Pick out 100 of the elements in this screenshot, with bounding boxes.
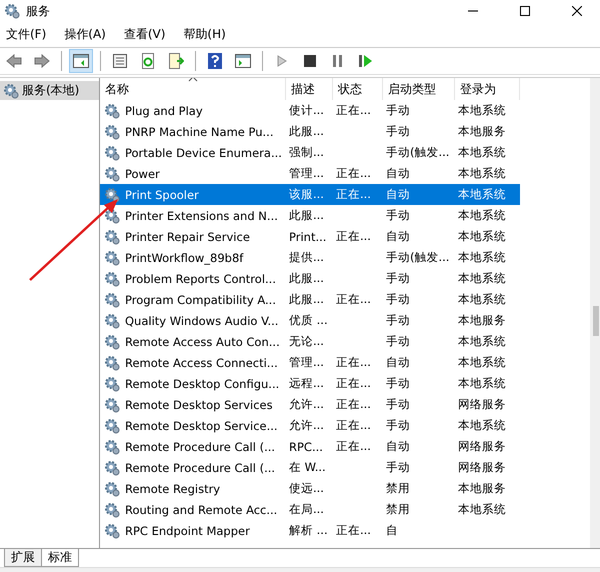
console-tree-button[interactable] <box>69 49 93 73</box>
table-row[interactable]: Program Compatibility A... 此服... 正在... 手动 本地系统 <box>100 289 520 310</box>
table-cell-text: 本地系统 <box>457 187 507 201</box>
refresh-icon[interactable] <box>140 53 156 69</box>
table-cell-text: 允许... <box>288 418 325 432</box>
table-row[interactable]: Remote Procedure Call (... RPC... 正在... 自动 网络服务 <box>100 436 520 457</box>
table-row[interactable]: Problem Reports Control... 此服... 手动 本地系统 <box>100 268 520 289</box>
tab[interactable]: 扩展 <box>4 549 42 567</box>
table-cell-text: Routing and Remote Acc... <box>124 502 278 516</box>
sidebar-item[interactable]: 服务(本地) <box>0 81 99 100</box>
service-icon <box>104 186 120 202</box>
menu-item[interactable]: 文件(F) <box>6 26 46 43</box>
window-pane-icon[interactable] <box>235 54 251 68</box>
service-icon <box>104 270 120 286</box>
tab[interactable]: 标准 <box>41 549 79 567</box>
service-icon <box>104 502 120 518</box>
table-row[interactable]: Quality Windows Audio V... 优质 ... 手动 本地服务 <box>100 310 520 331</box>
table-row[interactable]: Printer Repair Service Print... 正在... 自动 本地系统 <box>100 226 520 247</box>
table-cell-text: Remote Desktop Configu... <box>124 376 280 390</box>
close-icon[interactable] <box>572 6 582 16</box>
forward-arrow-icon[interactable] <box>34 54 50 68</box>
table-row[interactable]: RPC Endpoint Mapper 解析 ... 正在... 自 <box>100 520 520 541</box>
service-icon <box>104 396 120 412</box>
scrollbar[interactable] <box>590 78 600 548</box>
restart-icon[interactable] <box>359 55 373 67</box>
table-row[interactable]: Remote Desktop Service... 允许... 正在... 手动 本地系统 <box>100 415 520 436</box>
table-cell-text: 自动 <box>385 439 411 453</box>
table-cell-text: 正在... <box>335 229 372 243</box>
table-cell-text: 使计... <box>288 103 325 117</box>
help-icon[interactable] <box>208 53 222 69</box>
back-arrow-icon[interactable] <box>6 54 22 68</box>
service-icon <box>104 334 120 350</box>
table-cell-text: 正在... <box>335 355 372 369</box>
service-icon <box>104 438 120 454</box>
menu-item[interactable]: 帮助(H) <box>183 26 226 43</box>
table-row[interactable]: PNRP Machine Name Pu... 此服... 手动 本地服务 <box>100 121 520 142</box>
gear-icon <box>3 82 19 98</box>
table-cell-text: 禁用 <box>385 481 411 495</box>
table-cell-text: 自动 <box>385 355 411 369</box>
table-cell-text: 本地系统 <box>457 292 507 306</box>
table-cell-text: 正在... <box>335 418 372 432</box>
table-row[interactable]: Remote Desktop Services 允许... 正在... 手动 网络服务 <box>100 394 520 415</box>
table-cell-text: 网络服务 <box>457 460 507 474</box>
table-cell-text: 正在... <box>335 376 372 390</box>
table-cell-text: Remote Access Auto Con... <box>124 334 281 348</box>
table-cell-text: 本地系统 <box>457 145 507 159</box>
table-row[interactable]: Remote Procedure Call (... 在 W... 手动 网络服务 <box>100 457 520 478</box>
table-cell-text: Quality Windows Audio V... <box>124 314 280 328</box>
table-cell-text: 提供... <box>288 250 325 264</box>
export-icon[interactable] <box>168 53 184 69</box>
table-cell-text: 网络服务 <box>457 439 507 453</box>
service-icon <box>104 418 120 434</box>
column-header[interactable]: 登录为 <box>455 78 520 100</box>
table-row[interactable]: Remote Access Connecti... 管理... 正在... 自动 本地系统 <box>100 352 520 373</box>
table-row[interactable]: Routing and Remote Acc... 在局... 禁用 本地系统 <box>100 499 520 520</box>
table-cell-text: 手动 <box>385 334 411 348</box>
table-cell-text: 解析 ... <box>288 523 329 537</box>
properties-icon[interactable] <box>112 54 128 68</box>
table-cell-text: 正在... <box>335 292 372 306</box>
table-cell-text: 本地系统 <box>457 250 507 264</box>
table-cell-text: Remote Registry <box>124 482 222 496</box>
table-row[interactable]: Power 管理... 正在... 自动 本地系统 <box>100 163 520 184</box>
pause-icon[interactable] <box>333 55 343 67</box>
table-cell-text: Printer Repair Service <box>124 230 251 244</box>
table-cell-text: 管理... <box>288 355 325 369</box>
table-cell-text: 此服... <box>288 124 325 138</box>
table-cell-text: 手动 <box>385 124 411 138</box>
table-row[interactable]: Portable Device Enumera... 强制... 手动(触发... 本地系统 <box>100 142 520 163</box>
table-cell-text: Problem Reports Control... <box>124 272 277 286</box>
table-row[interactable]: Plug and Play 使计... 正在... 手动 本地系统 <box>100 100 520 121</box>
menu-item[interactable]: 查看(V) <box>124 26 166 43</box>
table-cell-text: 本地系统 <box>457 103 507 117</box>
column-header[interactable]: 名称 <box>100 78 286 100</box>
table-row[interactable]: Remote Desktop Configu... 远程... 正在... 手动 本地系统 <box>100 373 520 394</box>
service-icon <box>104 124 120 140</box>
table-cell-text: 本地服务 <box>457 481 507 495</box>
column-header[interactable]: 状态 <box>333 78 383 100</box>
table-row[interactable]: Remote Access Auto Con... 无论... 手动 本地系统 <box>100 331 520 352</box>
table-cell-text: 允许... <box>288 397 325 411</box>
menu-item[interactable]: 操作(A) <box>64 26 106 43</box>
table-row[interactable]: Remote Registry 使远... 禁用 本地服务 <box>100 478 520 499</box>
column-header[interactable]: 描述 <box>286 78 333 100</box>
table-row[interactable]: PrintWorkflow_89b8f 提供... 手动(触发... 本地系统 <box>100 247 520 268</box>
table-cell-text: Program Compatibility A... <box>124 292 277 306</box>
table-cell-text: 手动 <box>385 208 411 222</box>
table-cell-text: 手动 <box>385 418 411 432</box>
table-cell-text: 本地服务 <box>457 313 507 327</box>
table-cell-text: 手动 <box>385 271 411 285</box>
table-cell-text: Remote Procedure Call (... <box>124 440 276 454</box>
table-row[interactable]: Print Spooler 该服... 正在... 自动 本地系统 <box>100 184 520 205</box>
play-icon[interactable] <box>277 55 287 67</box>
table-cell-text: Remote Desktop Service... <box>124 418 279 432</box>
table-cell-text: 正在... <box>335 397 372 411</box>
table-cell-text: 正在... <box>335 523 372 537</box>
service-icon <box>104 312 120 328</box>
window-title: 服务 <box>26 2 51 20</box>
table-cell-text: 自 <box>385 523 399 537</box>
maximize-icon[interactable] <box>520 6 530 16</box>
table-cell-text: 此服... <box>288 292 325 306</box>
column-header[interactable]: 启动类型 <box>383 78 455 100</box>
